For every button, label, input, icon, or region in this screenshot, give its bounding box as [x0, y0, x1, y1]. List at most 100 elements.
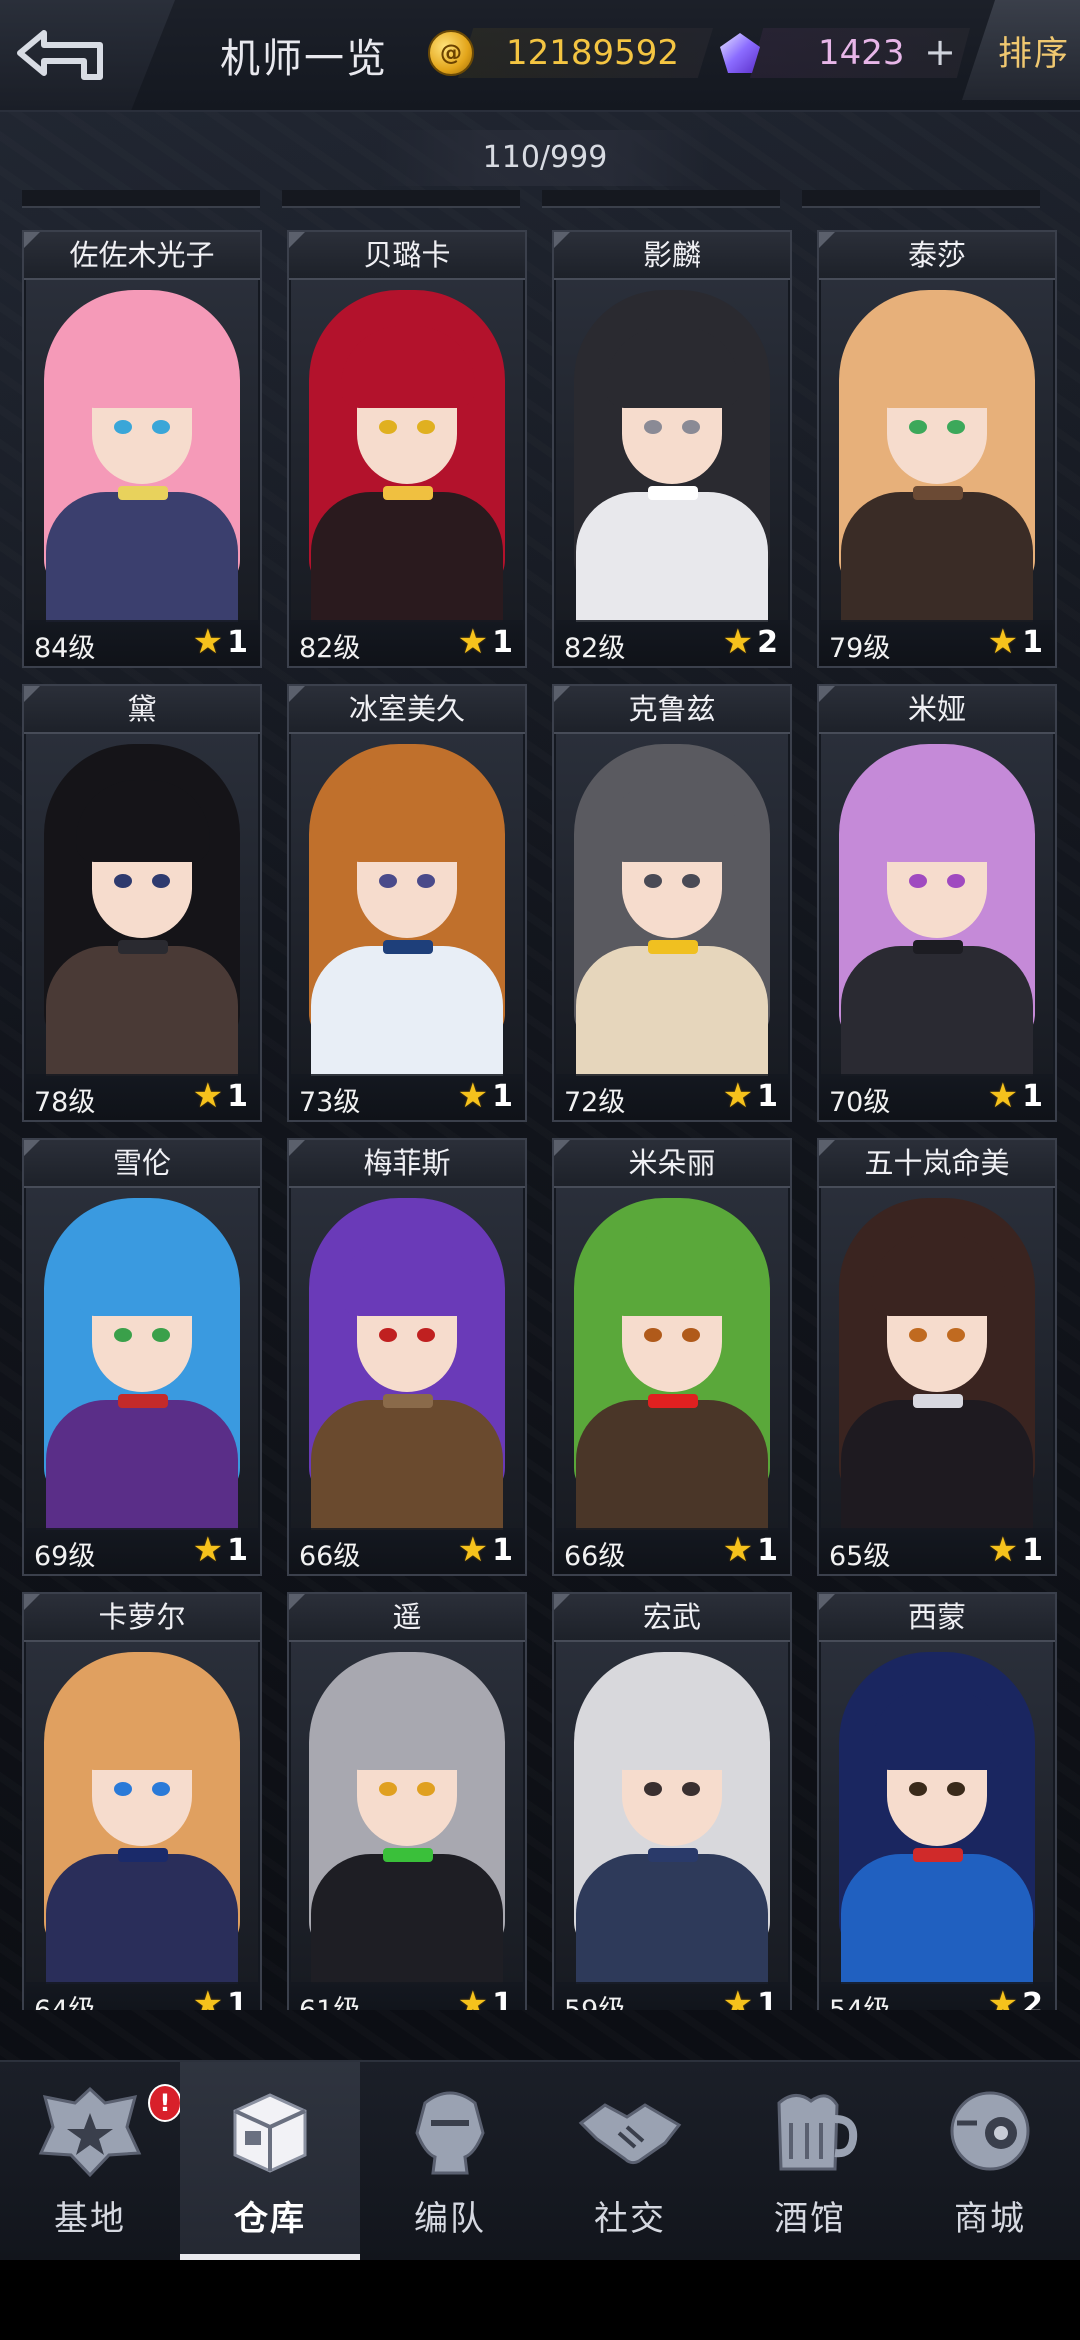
star-icon: ★ — [722, 622, 754, 662]
pilot-footer: 72级 ★ 1 — [554, 1074, 790, 1120]
pilot-stars: ★ 1 — [458, 1532, 513, 1568]
pilot-card[interactable]: 雪伦 69级 ★ 1 — [22, 1138, 262, 1576]
shop-icon — [930, 2081, 1050, 2181]
pilot-stars: ★ 1 — [988, 1078, 1043, 1114]
pilot-portrait — [556, 1642, 788, 1984]
pilot-footer: 54级 ★ 2 — [819, 1982, 1055, 2010]
pilot-card[interactable]: 梅菲斯 66级 ★ 1 — [287, 1138, 527, 1576]
pilot-card[interactable]: 冰室美久 73级 ★ 1 — [287, 684, 527, 1122]
pilot-footer: 79级 ★ 1 — [819, 620, 1055, 666]
pilot-grid: 佐佐木光子 84级 ★ 1 贝璐卡 82级 ★ 1 影麟 82级 ★ 2 泰莎 … — [22, 190, 1062, 2010]
pilot-card[interactable]: 卡萝尔 64级 ★ 1 — [22, 1592, 262, 2010]
nav-tab-base[interactable]: 基地 ! — [0, 2062, 182, 2262]
star-count: 1 — [1022, 1078, 1043, 1114]
pilot-card[interactable]: 贝璐卡 82级 ★ 1 — [287, 230, 527, 668]
pilot-name: 梅菲斯 — [289, 1140, 525, 1188]
pilot-portrait — [291, 1188, 523, 1530]
system-bar — [0, 2260, 1080, 2340]
pilot-footer: 82级 ★ 1 — [289, 620, 525, 666]
nav-label: 编队 — [414, 2199, 486, 2239]
pilot-stars: ★ 1 — [723, 1986, 778, 2010]
pilot-portrait — [291, 1642, 523, 1984]
pilot-stars: ★ 1 — [458, 1078, 513, 1114]
pilot-stars: ★ 1 — [193, 624, 248, 660]
pilot-card[interactable]: 佐佐木光子 84级 ★ 1 — [22, 230, 262, 668]
pilot-card[interactable]: 遥 61级 ★ 1 — [287, 1592, 527, 2010]
pilot-card[interactable]: 影麟 82级 ★ 2 — [552, 230, 792, 668]
pilot-level: 73级 — [299, 1087, 361, 1118]
pilot-level: 61级 — [299, 1988, 360, 2010]
nav-tab-handshake[interactable]: 社交 — [540, 2062, 720, 2262]
pilot-portrait — [291, 734, 523, 1076]
gem-amount: 1423 — [818, 33, 905, 73]
pilot-portrait — [821, 734, 1053, 1076]
pilot-level: 70级 — [829, 1087, 891, 1118]
pilot-footer: 69级 ★ 1 — [24, 1528, 260, 1574]
star-count: 1 — [492, 1532, 513, 1568]
pilot-footer: 64级 ★ 1 — [24, 1982, 260, 2010]
nav-tab-tavern[interactable]: 酒馆 — [720, 2062, 900, 2262]
pilot-footer: 66级 ★ 1 — [289, 1528, 525, 1574]
star-icon: ★ — [722, 1076, 754, 1116]
pilot-portrait — [26, 1642, 258, 1984]
pilot-card[interactable]: 西蒙 54级 ★ 2 — [817, 1592, 1057, 2010]
pilot-footer: 70级 ★ 1 — [819, 1074, 1055, 1120]
pilot-portrait — [556, 1188, 788, 1530]
pilot-name: 泰莎 — [819, 232, 1055, 280]
pilot-name: 米娅 — [819, 686, 1055, 734]
base-icon — [30, 2081, 150, 2181]
pilot-card[interactable]: 泰莎 79级 ★ 1 — [817, 230, 1057, 668]
pilot-stars: ★ 1 — [193, 1986, 248, 2010]
gem-counter: 1423 + — [720, 22, 970, 84]
pilot-stars: ★ 1 — [458, 1986, 513, 2010]
pilot-level: 54级 — [829, 1988, 890, 2010]
top-bar: 机师一览 @ 12189592 1423 + 排序 — [0, 0, 1080, 112]
pilot-card[interactable]: 五十岚命美 65级 ★ 1 — [817, 1138, 1057, 1576]
pilot-level: 66级 — [299, 1541, 361, 1572]
back-button[interactable] — [0, 0, 175, 110]
star-icon: ★ — [457, 1530, 489, 1570]
nav-label: 仓库 — [234, 2199, 306, 2239]
nav-tab-warehouse[interactable]: 仓库 — [180, 2062, 360, 2262]
nav-tab-shop[interactable]: 商城 — [900, 2062, 1080, 2262]
pilot-level: 78级 — [34, 1087, 96, 1118]
pilot-stars: ★ 1 — [988, 624, 1043, 660]
star-icon: ★ — [987, 1076, 1019, 1116]
pilot-stars: ★ 1 — [193, 1532, 248, 1568]
pilot-footer: 59级 ★ 1 — [554, 1982, 790, 2010]
pilot-card[interactable]: 米朵丽 66级 ★ 1 — [552, 1138, 792, 1576]
pilot-name: 冰室美久 — [289, 686, 525, 734]
star-count: 2 — [757, 624, 778, 660]
pilot-level: 69级 — [34, 1541, 96, 1572]
star-count: 1 — [492, 1078, 513, 1114]
nav-label: 基地 — [54, 2199, 126, 2239]
pilot-level: 82级 — [299, 633, 361, 664]
pilot-name: 宏武 — [554, 1594, 790, 1642]
pilot-portrait — [821, 280, 1053, 622]
pilot-card[interactable]: 宏武 59级 ★ 1 — [552, 1592, 792, 2010]
pilot-card[interactable]: 克鲁兹 72级 ★ 1 — [552, 684, 792, 1122]
nav-label: 商城 — [954, 2199, 1026, 2239]
pilot-card[interactable]: 黛 78级 ★ 1 — [22, 684, 262, 1122]
previous-row-peek — [22, 190, 1062, 208]
pilot-portrait — [556, 734, 788, 1076]
pilot-footer: 66级 ★ 1 — [554, 1528, 790, 1574]
star-count: 1 — [1022, 624, 1043, 660]
pilot-level: 65级 — [829, 1541, 891, 1572]
star-count: 1 — [227, 1078, 248, 1114]
star-icon: ★ — [457, 622, 489, 662]
sort-button[interactable]: 排序 — [962, 0, 1080, 100]
pilot-card[interactable]: 米娅 70级 ★ 1 — [817, 684, 1057, 1122]
pilot-portrait — [26, 1188, 258, 1530]
pilot-footer: 78级 ★ 1 — [24, 1074, 260, 1120]
pilot-name: 克鲁兹 — [554, 686, 790, 734]
add-gems-button[interactable]: + — [924, 32, 956, 72]
coin-amount: 12189592 — [506, 33, 680, 73]
pilot-name: 遥 — [289, 1594, 525, 1642]
pilot-stars: ★ 2 — [723, 624, 778, 660]
nav-tab-formation[interactable]: 编队 — [360, 2062, 540, 2262]
coin-icon: @ — [428, 30, 474, 76]
pilot-portrait — [26, 280, 258, 622]
pilot-footer: 65级 ★ 1 — [819, 1528, 1055, 1574]
star-icon: ★ — [987, 1530, 1019, 1570]
